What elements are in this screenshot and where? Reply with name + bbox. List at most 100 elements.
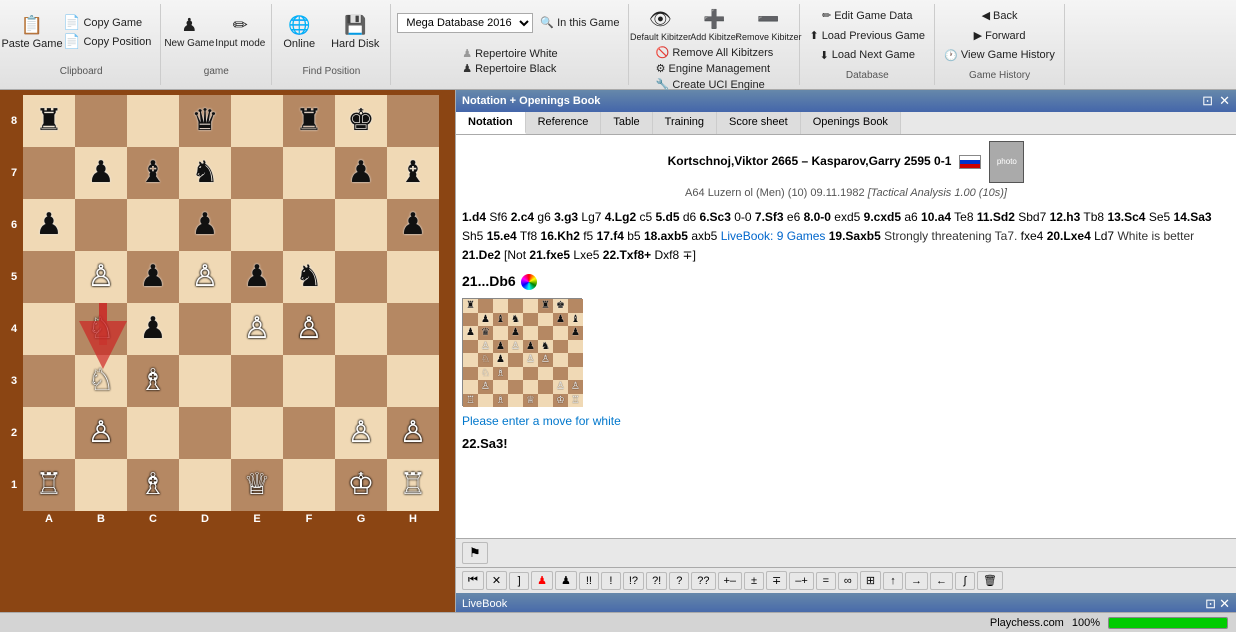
nav-start-button[interactable]: ⏮ [462,571,484,590]
board-square[interactable]: ♞ [179,147,231,199]
engine-management-button[interactable]: ⚙ Engine Management [653,61,777,76]
board-square[interactable] [23,147,75,199]
board-square[interactable] [23,355,75,407]
board-square[interactable]: ♟ [127,303,179,355]
ann-right-arrow[interactable]: → [905,572,928,590]
load-next-game-button[interactable]: ⬇ Load Next Game [817,48,918,63]
panel-close-button[interactable]: ✕ [1219,93,1230,109]
default-kibitzer-button[interactable]: 👁 Default Kibitzer [635,6,685,45]
board-square[interactable] [283,199,335,251]
board-square[interactable] [127,199,179,251]
ann-up-arrow[interactable]: ↑ [883,572,903,590]
nav-delete-button[interactable]: ✕ [486,571,507,590]
black-piece-button[interactable]: ♟ [555,571,577,590]
board-square[interactable]: ♙ [75,251,127,303]
board-square[interactable] [23,407,75,459]
tab-table[interactable]: Table [601,112,652,134]
board-square[interactable] [179,303,231,355]
board-square[interactable]: ♛ [179,95,231,147]
ann-exclaim[interactable]: ! [601,572,621,590]
ann-infinity[interactable]: ∞ [838,572,858,590]
board-square[interactable] [75,95,127,147]
board-square[interactable]: ♘ [75,355,127,407]
board-square[interactable] [387,303,439,355]
board-square[interactable] [75,459,127,511]
tab-notation[interactable]: Notation [456,112,526,134]
online-button[interactable]: 🌐 Online [278,12,320,53]
board-square[interactable]: ♙ [335,407,387,459]
board-square[interactable] [75,199,127,251]
board-square[interactable] [23,251,75,303]
board-square[interactable]: ♟ [387,199,439,251]
board-square[interactable] [387,251,439,303]
board-square[interactable]: ♟ [179,199,231,251]
board-square[interactable]: ♟ [231,251,283,303]
board-square[interactable]: ♔ [335,459,387,511]
board-square[interactable]: ♜ [283,95,335,147]
bracket-button[interactable]: ] [509,572,529,590]
board-square[interactable] [231,355,283,407]
board-square[interactable] [231,199,283,251]
livebook-float-button[interactable]: ⊡ [1205,596,1216,612]
ann-slight-better-white[interactable]: ± [744,572,764,590]
ann-equal[interactable]: = [816,572,836,590]
board-square[interactable] [335,199,387,251]
tab-reference[interactable]: Reference [526,112,602,134]
copy-position-button[interactable]: 📄 Copy Position [60,32,154,51]
board-square[interactable] [231,407,283,459]
ann-question[interactable]: ? [669,572,689,590]
board-square[interactable] [335,355,387,407]
add-kibitzer-button[interactable]: ➕ Add Kibitzer [689,6,739,45]
new-game-button[interactable]: ♟ New Game [167,12,211,52]
board-square[interactable] [231,95,283,147]
view-game-history-button[interactable]: 🕐 View Game History [941,48,1058,63]
hard-disk-button[interactable]: 💾 Hard Disk [326,12,384,53]
ann-dubious[interactable]: ?! [646,572,667,590]
board-square[interactable] [283,459,335,511]
board-square[interactable]: ♙ [75,407,127,459]
forward-button[interactable]: ▶ Forward [971,28,1029,43]
ann-blunder[interactable]: ?? [691,572,715,590]
board-square[interactable]: ♟ [75,147,127,199]
ann-integral[interactable]: ∫ [955,572,975,590]
board-square[interactable] [179,459,231,511]
board-square[interactable]: ♟ [335,147,387,199]
board-square[interactable] [283,147,335,199]
board-square[interactable]: ♜ [23,95,75,147]
ann-plus-minus[interactable]: +– [718,572,743,590]
board-square[interactable]: ♗ [127,355,179,407]
board-square[interactable]: ♘ [75,303,127,355]
back-button[interactable]: ◀ Back [979,8,1021,23]
board-square[interactable] [387,355,439,407]
load-previous-game-button[interactable]: ⬆ Load Previous Game [806,28,928,43]
board-square[interactable]: ♗ [127,459,179,511]
tab-scoresheet[interactable]: Score sheet [717,112,801,134]
tab-training[interactable]: Training [653,112,717,134]
ann-erase-button[interactable]: 🗑 [977,571,1003,590]
board-square[interactable] [127,95,179,147]
ann-left-arrow[interactable]: ← [930,572,953,590]
board-square[interactable]: ♝ [387,147,439,199]
ann-slight-better-black[interactable]: ∓ [766,571,787,590]
ann-exclaim-exclaim[interactable]: !! [579,572,599,590]
paste-game-button[interactable]: 📋 Paste Game [8,12,56,53]
board-square[interactable] [283,407,335,459]
ann-minus-plus[interactable]: –+ [789,572,814,590]
livebook-close-button[interactable]: ✕ [1219,596,1230,612]
rep-black-button[interactable]: ♟ Repertoire Black [459,61,560,76]
nav-flag-button[interactable]: ⚑ [462,542,488,564]
board-square[interactable]: ♝ [127,147,179,199]
board-square[interactable]: ♕ [231,459,283,511]
board-square[interactable] [127,407,179,459]
board-square[interactable] [23,303,75,355]
panel-float-button[interactable]: ⊡ [1202,93,1213,109]
remove-all-kibitzers-button[interactable]: 🚫 Remove All Kibitzers [653,45,777,60]
board-square[interactable] [335,303,387,355]
board-square[interactable]: ♖ [23,459,75,511]
board-square[interactable]: ♚ [335,95,387,147]
board-square[interactable] [179,407,231,459]
ann-box[interactable]: ⊞ [860,571,881,590]
board-square[interactable]: ♞ [283,251,335,303]
board-square[interactable]: ♟ [127,251,179,303]
board-square[interactable] [387,95,439,147]
